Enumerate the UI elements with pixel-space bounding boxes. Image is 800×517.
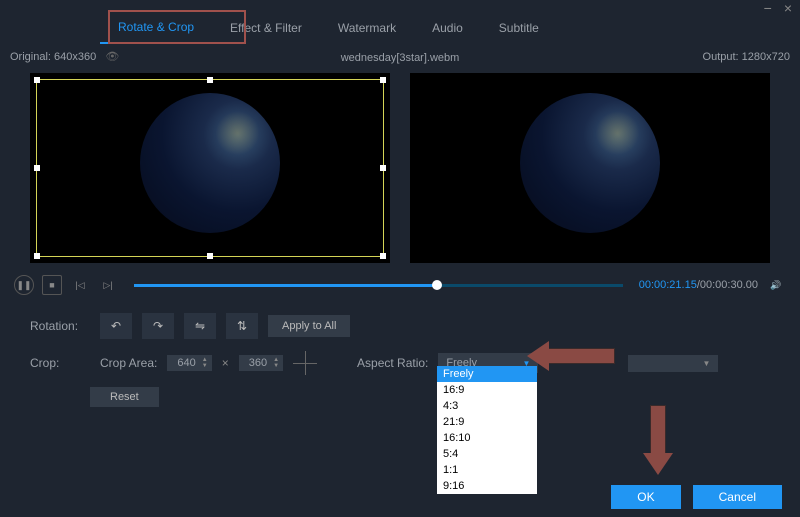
video-frame bbox=[520, 93, 660, 233]
crop-box[interactable] bbox=[36, 79, 384, 257]
rotate-left-button[interactable]: ↶ bbox=[100, 313, 132, 339]
crop-height-input[interactable]: 360 ▲▼ bbox=[239, 355, 283, 371]
crop-handle[interactable] bbox=[380, 165, 386, 171]
crop-handle[interactable] bbox=[207, 77, 213, 83]
source-preview[interactable] bbox=[30, 73, 390, 263]
aspect-option[interactable]: 16:10 bbox=[437, 430, 537, 446]
aspect-option[interactable]: 1:1 bbox=[437, 462, 537, 478]
time-display: 00:00:21.15/00:00:30.00 bbox=[639, 279, 758, 291]
aspect-option[interactable]: 4:3 bbox=[437, 398, 537, 414]
aspect-option[interactable]: 16:9 bbox=[437, 382, 537, 398]
crop-width-input[interactable]: 640 ▲▼ bbox=[167, 355, 211, 371]
aspect-option[interactable]: Freely bbox=[437, 366, 537, 382]
rotate-right-button[interactable]: ↷ bbox=[142, 313, 174, 339]
aspect-ratio-label: Aspect Ratio: bbox=[357, 356, 428, 370]
crop-handle[interactable] bbox=[34, 165, 40, 171]
seek-slider[interactable] bbox=[134, 284, 623, 287]
crop-height-value: 360 bbox=[243, 357, 273, 369]
crop-handle[interactable] bbox=[380, 77, 386, 83]
aspect-ratio-menu[interactable]: Freely 16:9 4:3 21:9 16:10 5:4 1:1 9:16 bbox=[437, 366, 537, 494]
stop-button[interactable]: ■ bbox=[42, 275, 62, 295]
crop-label: Crop: bbox=[30, 356, 90, 370]
flip-horizontal-button[interactable]: ⇋ bbox=[184, 313, 216, 339]
rotation-label: Rotation: bbox=[30, 319, 90, 333]
aspect-option[interactable]: 5:4 bbox=[437, 446, 537, 462]
aspect-option[interactable]: 21:9 bbox=[437, 414, 537, 430]
crop-handle[interactable] bbox=[380, 253, 386, 259]
crop-handle[interactable] bbox=[207, 253, 213, 259]
crop-handle[interactable] bbox=[34, 77, 40, 83]
filename-label: wednesday[3star].webm bbox=[341, 52, 460, 64]
flip-vertical-button[interactable]: ⇅ bbox=[226, 313, 258, 339]
current-time: 00:00:21.15 bbox=[639, 279, 697, 291]
ok-button[interactable]: OK bbox=[611, 485, 680, 509]
tab-rotate-crop[interactable]: Rotate & Crop bbox=[100, 12, 212, 44]
tab-effect-filter[interactable]: Effect & Filter bbox=[212, 13, 320, 43]
height-spinner[interactable]: ▲▼ bbox=[273, 357, 279, 369]
pause-button[interactable]: ❚❚ bbox=[14, 275, 34, 295]
tab-subtitle[interactable]: Subtitle bbox=[481, 13, 557, 43]
width-spinner[interactable]: ▲▼ bbox=[202, 357, 208, 369]
crop-handle[interactable] bbox=[34, 253, 40, 259]
seek-progress bbox=[134, 284, 437, 287]
original-size-label: Original: 640x360 bbox=[10, 51, 96, 63]
volume-icon[interactable]: 🔊 bbox=[766, 275, 786, 295]
preview-eye-icon[interactable]: 👁 bbox=[99, 51, 119, 63]
next-frame-button[interactable]: ▷| bbox=[98, 275, 118, 295]
aspect-option[interactable]: 9:16 bbox=[437, 478, 537, 494]
secondary-dropdown[interactable]: ▼ bbox=[628, 355, 718, 372]
cancel-button[interactable]: Cancel bbox=[693, 485, 782, 509]
reset-button[interactable]: Reset bbox=[90, 387, 159, 407]
apply-all-button[interactable]: Apply to All bbox=[268, 315, 350, 337]
total-time: /00:00:30.00 bbox=[697, 279, 758, 291]
crop-width-value: 640 bbox=[171, 357, 201, 369]
output-size-label: Output: 1280x720 bbox=[703, 51, 790, 63]
output-preview bbox=[410, 73, 770, 263]
multiply-icon: × bbox=[222, 356, 229, 370]
prev-frame-button[interactable]: |◁ bbox=[70, 275, 90, 295]
center-crop-button[interactable] bbox=[293, 351, 317, 375]
crop-area-label: Crop Area: bbox=[100, 356, 157, 370]
tab-watermark[interactable]: Watermark bbox=[320, 13, 414, 43]
tabs-bar: Rotate & Crop Effect & Filter Watermark … bbox=[0, 10, 800, 46]
seek-knob[interactable] bbox=[432, 280, 442, 290]
tab-audio[interactable]: Audio bbox=[414, 13, 481, 43]
